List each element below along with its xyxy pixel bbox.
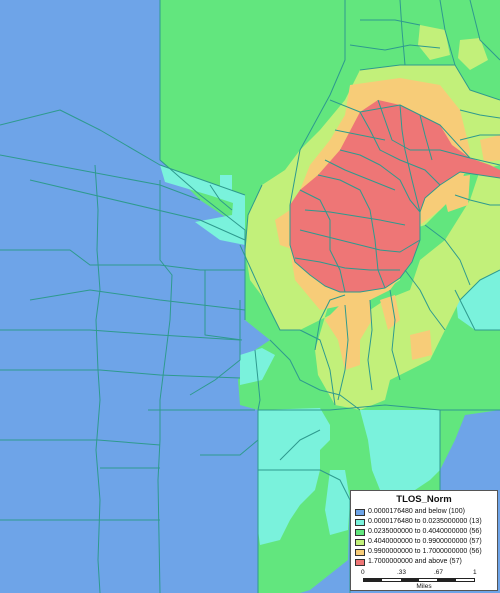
legend-swatch <box>355 508 365 516</box>
legend-classes: 0.0000176480 and below (100) 0.0000176480… <box>355 507 493 567</box>
legend-title: TLOS_Norm <box>396 494 452 505</box>
scale-ticks: 0 .33 .67 1 <box>355 569 493 577</box>
map-legend: TLOS_Norm 0.0000176480 and below (100) 0.… <box>350 490 498 591</box>
legend-label: 0.4040000000 to 0.9900000000 (57) <box>368 538 482 545</box>
legend-label: 0.0000176480 and below (100) <box>368 508 465 515</box>
scale-tick: .67 <box>434 569 444 576</box>
legend-swatch <box>355 538 365 546</box>
scale-unit: Miles <box>416 583 432 590</box>
legend-swatch <box>355 558 365 566</box>
legend-label: 0.0235000000 to 0.4040000000 (56) <box>368 528 482 535</box>
legend-item: 0.0235000000 to 0.4040000000 (56) <box>355 527 493 537</box>
legend-item: 0.9900000000 to 1.7000000000 (56) <box>355 547 493 557</box>
scale-bar-graphic <box>363 578 475 582</box>
scale-tick: 1 <box>473 569 477 576</box>
legend-swatch <box>355 548 365 556</box>
legend-label: 0.0000176480 to 0.0235000000 (13) <box>368 518 482 525</box>
legend-label: 1.7000000000 and above (57) <box>368 558 462 565</box>
legend-item: 0.0000176480 and below (100) <box>355 507 493 517</box>
legend-item: 1.7000000000 and above (57) <box>355 557 493 567</box>
scale-tick: 0 <box>361 569 365 576</box>
legend-item: 0.4040000000 to 0.9900000000 (57) <box>355 537 493 547</box>
legend-swatch <box>355 518 365 526</box>
legend-item: 0.0000176480 to 0.0235000000 (13) <box>355 517 493 527</box>
map-view[interactable]: TLOS_Norm 0.0000176480 and below (100) 0.… <box>0 0 500 593</box>
legend-label: 0.9900000000 to 1.7000000000 (56) <box>368 548 482 555</box>
legend-swatch <box>355 528 365 536</box>
scale-bar: 0 .33 .67 1 Miles <box>355 569 493 590</box>
scale-tick: .33 <box>397 569 407 576</box>
